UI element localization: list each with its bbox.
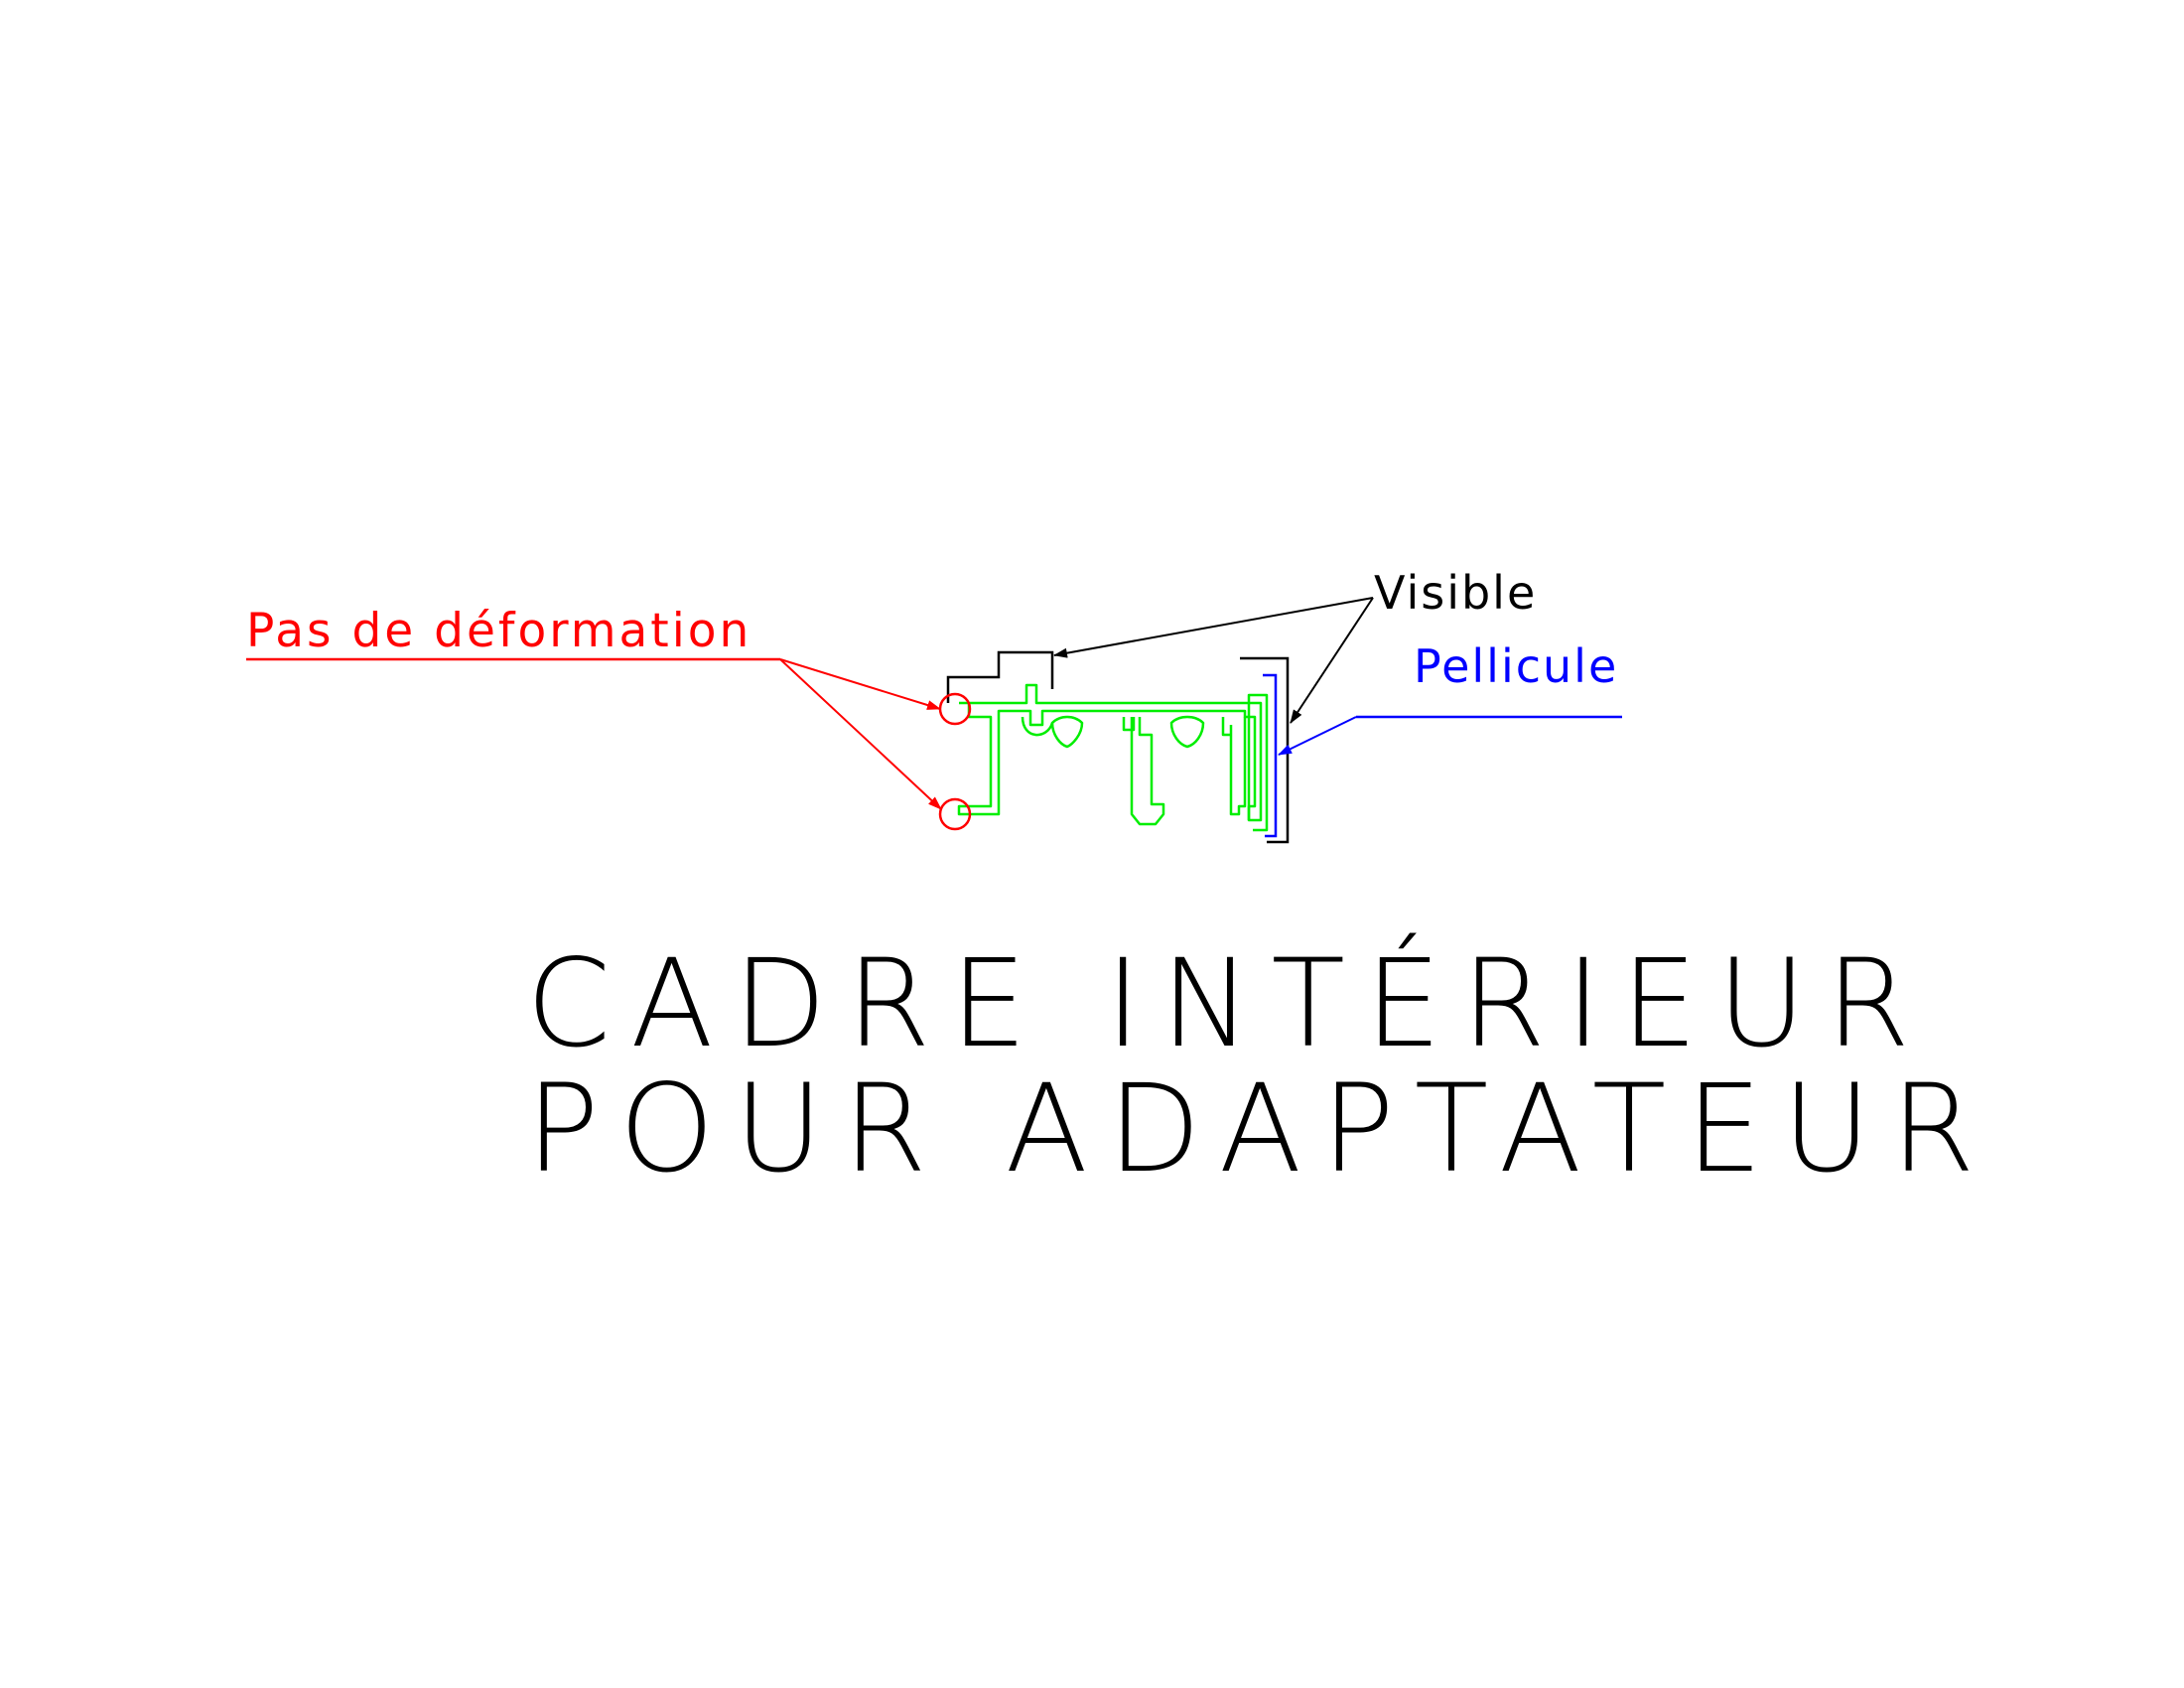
technical-drawing [246,597,1622,844]
visible-label: Visible [1374,566,1538,620]
aluminium-profile [957,683,1269,832]
visible-arrow-right [1290,597,1374,724]
drawing-canvas: Pas de déformation Visible Pellicule CAD… [0,0,2184,1688]
deformation-arrow-top [779,658,941,710]
deformation-marker-top [938,692,972,726]
drawing-title-line-2: POUR ADAPTATEUR [526,1058,1995,1199]
film-line [1263,673,1278,838]
visible-bracket [1240,656,1290,844]
deformation-arrow-bottom [779,658,942,810]
film-label: Pellicule [1414,639,1619,693]
deformation-label: Pas de déformation [246,604,752,658]
visible-arrow-left [1053,597,1374,658]
drawing-title-line-1: CADRE INTÉRIEUR [526,933,1930,1074]
